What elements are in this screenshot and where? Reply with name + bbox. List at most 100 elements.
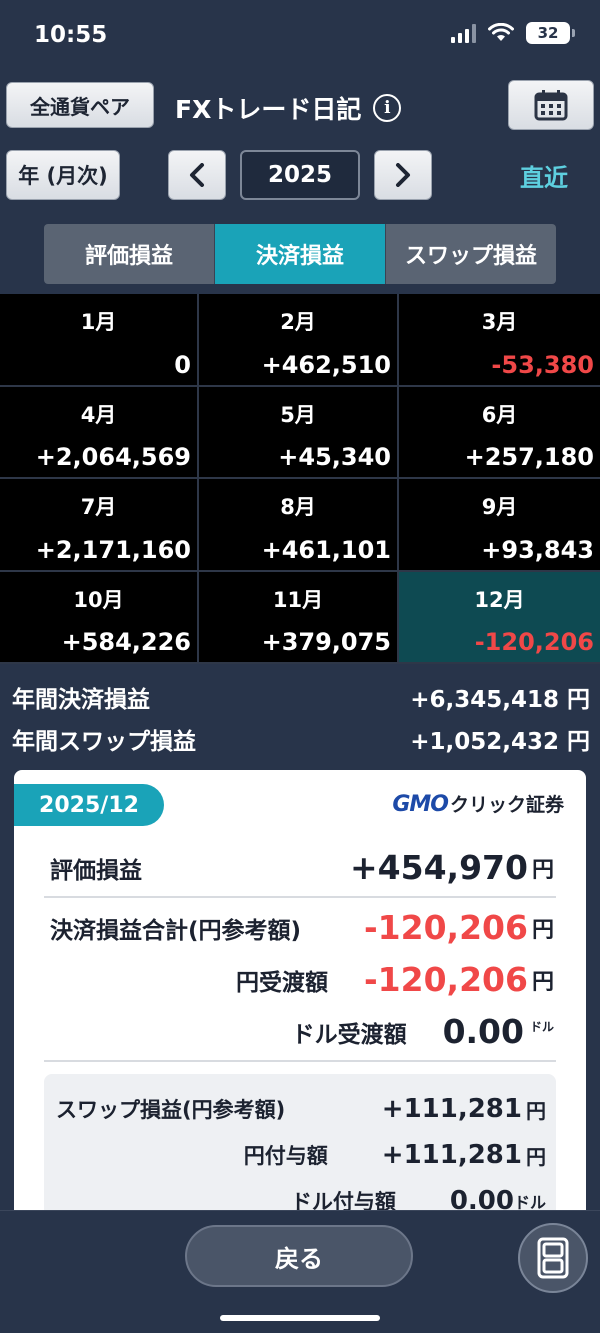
status-icons: 32 <box>451 22 575 44</box>
month-label: 11月 <box>272 587 324 612</box>
usd-grant-value: 0.00 <box>449 1186 514 1210</box>
month-value: +93,843 <box>481 535 594 564</box>
month-cell[interactable]: 9月 +93,843 <box>399 479 600 572</box>
gmo-click-logo: GMO クリック証券 <box>392 792 564 817</box>
swap-label: スワップ損益(円参考額) <box>56 1098 286 1122</box>
currency-pair-button[interactable]: 全通貨ペア <box>6 82 154 128</box>
home-indicator <box>220 1315 380 1321</box>
yen-grant-unit: 円 <box>526 1144 546 1169</box>
usd-grant-row: ドル付与額 0.00 ドル <box>56 1186 546 1210</box>
month-value: +462,510 <box>261 350 391 379</box>
unrealized-label: 評価損益 <box>50 857 142 884</box>
month-label: 6月 <box>481 402 518 427</box>
month-value: -53,380 <box>491 350 594 379</box>
swap-detail-box: スワップ損益(円参考額) +111,281 円 円付与額 +111,281 円 … <box>44 1074 556 1210</box>
settled-total-unit: 円 <box>531 917 554 943</box>
unrealized-value: +454,970 <box>350 848 528 887</box>
month-value: +584,226 <box>61 628 191 656</box>
divider <box>44 1060 556 1062</box>
yen-delivery-row: 円受渡額 -120,206 円 <box>50 960 554 999</box>
yen-grant-label: 円付与額 <box>243 1144 328 1168</box>
usd-delivery-label: ドル受渡額 <box>291 1021 407 1048</box>
annual-swap-row: 年間スワップ損益 +1,052,432 円 <box>12 718 590 760</box>
month-label: 3月 <box>481 310 518 334</box>
back-button[interactable]: 戻る <box>185 1225 413 1287</box>
stacked-panels-icon <box>537 1237 569 1279</box>
year-display[interactable]: 2025 <box>240 150 360 200</box>
swap-value: +111,281 <box>381 1094 522 1124</box>
pl-tabs: 評価損益 決済損益 スワップ損益 <box>44 224 556 284</box>
tab-swap[interactable]: スワップ損益 <box>386 224 556 284</box>
month-label: 1月 <box>80 310 117 334</box>
page-title: FXトレード日記 i <box>175 86 475 130</box>
month-label: 7月 <box>80 495 117 519</box>
month-cell[interactable]: 6月 +257,180 <box>399 386 600 479</box>
month-value: +2,064,569 <box>35 443 191 471</box>
usd-delivery-row: ドル受渡額 0.00 ドル <box>50 1012 554 1051</box>
yen-delivery-value: -120,206 <box>363 960 528 999</box>
month-label: 10月 <box>73 587 124 612</box>
month-value: +257,180 <box>464 443 594 471</box>
swap-unit: 円 <box>526 1098 546 1123</box>
wifi-icon <box>488 23 514 41</box>
settled-total-row: 決済損益合計(円参考額) -120,206 円 <box>50 908 554 947</box>
swap-row: スワップ損益(円参考額) +111,281 円 <box>56 1094 546 1124</box>
menu-button[interactable] <box>518 1223 588 1293</box>
month-label: 9月 <box>481 495 518 519</box>
month-cell[interactable]: 7月 +2,171,160 <box>0 479 199 572</box>
month-cell[interactable]: 12月 -120,206 <box>399 571 600 664</box>
month-value: -120,206 <box>474 628 594 656</box>
settled-total-value: -120,206 <box>363 908 528 947</box>
status-time: 10:55 <box>34 22 108 48</box>
usd-grant-label: ドル付与額 <box>290 1190 396 1210</box>
month-cell[interactable]: 10月 +584,226 <box>0 571 199 664</box>
status-bar: 10:55 32 <box>0 0 600 72</box>
settled-total-label: 決済損益合計(円参考額) <box>50 917 302 944</box>
unrealized-row: 評価損益 +454,970 円 <box>50 848 554 887</box>
info-icon[interactable]: i <box>373 94 402 122</box>
battery-icon: 32 <box>526 22 575 44</box>
tab-unrealized[interactable]: 評価損益 <box>44 224 215 284</box>
prev-year-button[interactable] <box>168 150 226 200</box>
signal-icon <box>451 23 476 43</box>
month-label: 5月 <box>280 402 316 427</box>
annual-swap-label: 年間スワップ損益 <box>12 729 196 755</box>
page-title-text: FXトレード日記 <box>175 95 362 124</box>
month-cell[interactable]: 4月 +2,064,569 <box>0 386 199 479</box>
yen-grant-value: +111,281 <box>381 1140 522 1170</box>
month-label: 12月 <box>474 587 525 612</box>
month-label: 8月 <box>280 495 316 519</box>
period-mode-button[interactable]: 年 (月次) <box>6 150 120 200</box>
unrealized-unit: 円 <box>531 857 554 883</box>
month-value: 0 <box>174 350 191 379</box>
bottom-bar: 戻る <box>0 1210 600 1333</box>
month-value: +379,075 <box>261 628 391 656</box>
month-cell[interactable]: 8月 +461,101 <box>199 479 399 572</box>
next-year-button[interactable] <box>374 150 432 200</box>
month-value: +461,101 <box>261 535 391 564</box>
annual-settled-row: 年間決済損益 +6,345,418 円 <box>12 676 590 718</box>
month-cell[interactable]: 3月 -53,380 <box>399 294 600 387</box>
month-label: 2月 <box>280 310 316 334</box>
month-cell[interactable]: 2月 +462,510 <box>199 294 399 387</box>
month-label: 4月 <box>80 402 117 427</box>
usd-delivery-unit: ドル <box>529 1020 554 1034</box>
usd-grant-unit: ドル <box>513 1193 546 1210</box>
calendar-button[interactable] <box>508 80 594 130</box>
month-cell[interactable]: 5月 +45,340 <box>199 386 399 479</box>
chevron-right-icon <box>396 163 410 187</box>
annual-settled-value: +6,345,418 円 <box>410 687 590 713</box>
tab-settled[interactable]: 決済損益 <box>215 224 386 284</box>
annual-settled-label: 年間決済損益 <box>12 687 150 713</box>
calendar-icon <box>534 90 568 121</box>
period-badge: 2025/12 <box>14 784 164 826</box>
annual-summary: 年間決済損益 +6,345,418 円 年間スワップ損益 +1,052,432 … <box>12 676 590 760</box>
yen-delivery-label: 円受渡額 <box>235 969 328 996</box>
month-cell[interactable]: 11月 +379,075 <box>199 571 399 664</box>
recent-link[interactable]: 直近 <box>520 155 590 195</box>
month-cell[interactable]: 1月 0 <box>0 294 199 387</box>
yen-grant-row: 円付与額 +111,281 円 <box>56 1140 546 1170</box>
month-value: +2,171,160 <box>35 535 191 564</box>
month-value: +45,340 <box>278 443 391 471</box>
chevron-left-icon <box>190 163 204 187</box>
